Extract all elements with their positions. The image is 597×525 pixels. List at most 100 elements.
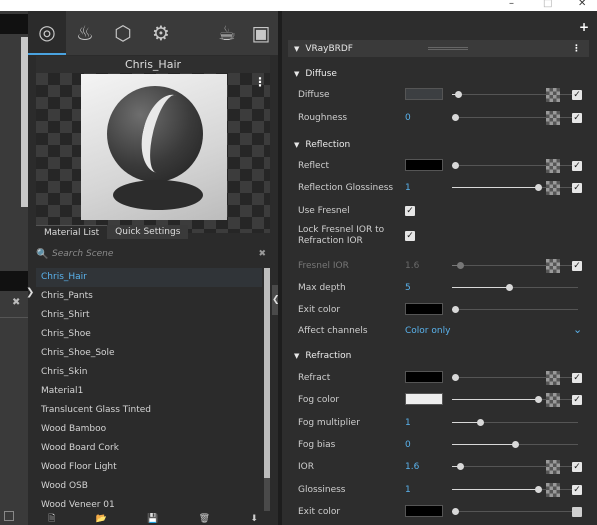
param-checkbox[interactable]: ✓ xyxy=(405,231,415,241)
list-item[interactable]: Translucent Glass Tinted xyxy=(36,401,262,420)
param-value-input[interactable]: 1 xyxy=(405,183,411,193)
param-dropdown[interactable]: Color only xyxy=(405,326,450,336)
slider-knob[interactable] xyxy=(451,508,459,515)
chevron-down-icon[interactable]: ⌄ xyxy=(573,323,582,336)
param-slider[interactable] xyxy=(452,419,578,426)
settings-gear-icon[interactable]: ⚙ xyxy=(142,11,180,55)
enable-checkbox[interactable]: ✓ xyxy=(572,462,582,472)
param-value-input[interactable]: 0 xyxy=(405,440,411,450)
material-type-header[interactable]: ▼ VRayBRDF ⋮ xyxy=(288,40,589,57)
enable-checkbox[interactable]: ✓ xyxy=(572,90,582,100)
param-slider[interactable] xyxy=(451,306,578,313)
section-diffuse[interactable]: ▼ Diffuse xyxy=(288,66,589,81)
search-field[interactable]: 🔍 Search Scene ✖ xyxy=(36,245,270,263)
color-swatch[interactable] xyxy=(405,393,443,405)
list-item[interactable]: Wood Board Cork xyxy=(36,439,262,458)
list-item[interactable]: Chris_Shoe xyxy=(36,325,262,344)
list-item[interactable]: Wood Floor Light xyxy=(36,458,262,477)
material-ball-icon[interactable]: ◎ xyxy=(28,11,66,55)
save-icon[interactable]: 💾 xyxy=(147,514,158,524)
texture-map-icon[interactable] xyxy=(546,111,560,125)
param-checkbox[interactable]: ✓ xyxy=(405,206,415,216)
frame-buffer-icon[interactable]: ▣ xyxy=(242,11,280,55)
param-slider[interactable] xyxy=(452,284,578,291)
param-value-input[interactable]: 0 xyxy=(405,113,411,123)
delete-icon[interactable]: 🗑 xyxy=(199,514,210,524)
open-folder-icon[interactable]: 📂 xyxy=(96,514,107,524)
scroll-thumb[interactable] xyxy=(264,268,270,478)
slider-knob[interactable] xyxy=(456,262,464,269)
list-item[interactable]: Chris_Skin xyxy=(36,363,262,382)
clear-search-icon[interactable]: ✖ xyxy=(258,249,266,259)
section-refraction[interactable]: ▼ Refraction xyxy=(288,348,589,363)
expand-left-icon[interactable]: ❯ xyxy=(26,287,34,298)
slider-knob[interactable] xyxy=(534,184,542,191)
grid-icon[interactable] xyxy=(4,511,14,521)
param-slider[interactable] xyxy=(451,508,578,515)
enable-checkbox[interactable]: ✓ xyxy=(572,395,582,405)
slider-knob[interactable] xyxy=(512,441,519,448)
tab-quick-settings[interactable]: Quick Settings xyxy=(107,225,189,239)
list-item[interactable]: Material1 xyxy=(36,382,262,401)
param-value-input[interactable]: 1.6 xyxy=(405,462,419,472)
slider-knob[interactable] xyxy=(456,463,464,470)
list-item[interactable]: Chris_Shoe_Sole xyxy=(36,344,262,363)
minimize-button[interactable]: – xyxy=(509,0,514,9)
slider-knob[interactable] xyxy=(534,486,542,493)
slider-knob[interactable] xyxy=(534,396,542,403)
search-input[interactable]: Search Scene xyxy=(52,249,113,259)
slider-knob[interactable] xyxy=(455,91,463,98)
import-icon[interactable]: ⬇ xyxy=(250,514,258,524)
maximize-button[interactable]: □ xyxy=(543,0,552,9)
texture-map-icon[interactable] xyxy=(546,483,560,497)
list-item[interactable]: Wood Bamboo xyxy=(36,420,262,439)
enable-checkbox[interactable] xyxy=(572,507,582,517)
param-value-input[interactable]: 1 xyxy=(405,485,411,495)
preview-menu-icon[interactable]: ⋮ xyxy=(254,75,266,89)
texture-map-icon[interactable] xyxy=(546,460,560,474)
enable-checkbox[interactable]: ✓ xyxy=(572,161,582,171)
texture-map-icon[interactable] xyxy=(546,371,560,385)
slider-knob[interactable] xyxy=(451,306,459,313)
slider-knob[interactable] xyxy=(451,114,459,121)
texture-map-icon[interactable] xyxy=(546,181,560,195)
teapot-render-icon[interactable]: ☕ xyxy=(208,11,246,55)
enable-checkbox[interactable]: ✓ xyxy=(572,373,582,383)
close-side-icon[interactable]: ✖ xyxy=(12,297,20,308)
color-swatch[interactable] xyxy=(405,159,443,171)
texture-map-icon[interactable] xyxy=(546,259,560,273)
color-swatch[interactable] xyxy=(405,505,443,517)
list-item[interactable]: Chris_Hair xyxy=(36,268,262,287)
drag-grip-icon[interactable] xyxy=(428,47,468,50)
param-value-input[interactable]: 5 xyxy=(405,283,411,293)
slider-knob[interactable] xyxy=(505,284,513,291)
color-swatch[interactable] xyxy=(405,88,443,100)
light-bulb-icon[interactable]: ♨ xyxy=(66,11,104,55)
close-button[interactable]: ✕ xyxy=(578,0,586,9)
enable-checkbox[interactable]: ✓ xyxy=(572,485,582,495)
color-swatch[interactable] xyxy=(405,303,443,315)
slider-knob[interactable] xyxy=(476,419,484,426)
texture-map-icon[interactable] xyxy=(546,88,560,102)
texture-map-icon[interactable] xyxy=(546,393,560,407)
header-menu-icon[interactable]: ⋮ xyxy=(572,44,581,54)
param-value-input[interactable]: 1 xyxy=(405,418,411,428)
texture-map-icon[interactable] xyxy=(546,159,560,173)
enable-checkbox[interactable]: ✓ xyxy=(572,261,582,271)
material-list-scrollbar[interactable] xyxy=(264,268,270,511)
new-file-icon[interactable]: 🗎 xyxy=(48,511,55,525)
list-item[interactable]: Chris_Shirt xyxy=(36,306,262,325)
list-item[interactable]: Wood OSB xyxy=(36,477,262,496)
viewport-scrollbar[interactable] xyxy=(21,37,28,207)
add-layer-button[interactable]: + xyxy=(579,20,589,34)
param-slider[interactable] xyxy=(452,441,578,448)
section-reflection[interactable]: ▼ Reflection xyxy=(288,137,589,152)
slider-knob[interactable] xyxy=(451,162,459,169)
geometry-cube-icon[interactable]: ⬡ xyxy=(104,11,142,55)
list-item[interactable]: Chris_Pants xyxy=(36,287,262,306)
enable-checkbox[interactable]: ✓ xyxy=(572,113,582,123)
list-item[interactable]: Wood Veneer 01 xyxy=(36,496,262,511)
enable-checkbox[interactable]: ✓ xyxy=(572,183,582,193)
slider-knob[interactable] xyxy=(451,374,459,381)
param-value-input[interactable]: 1.6 xyxy=(405,261,419,271)
